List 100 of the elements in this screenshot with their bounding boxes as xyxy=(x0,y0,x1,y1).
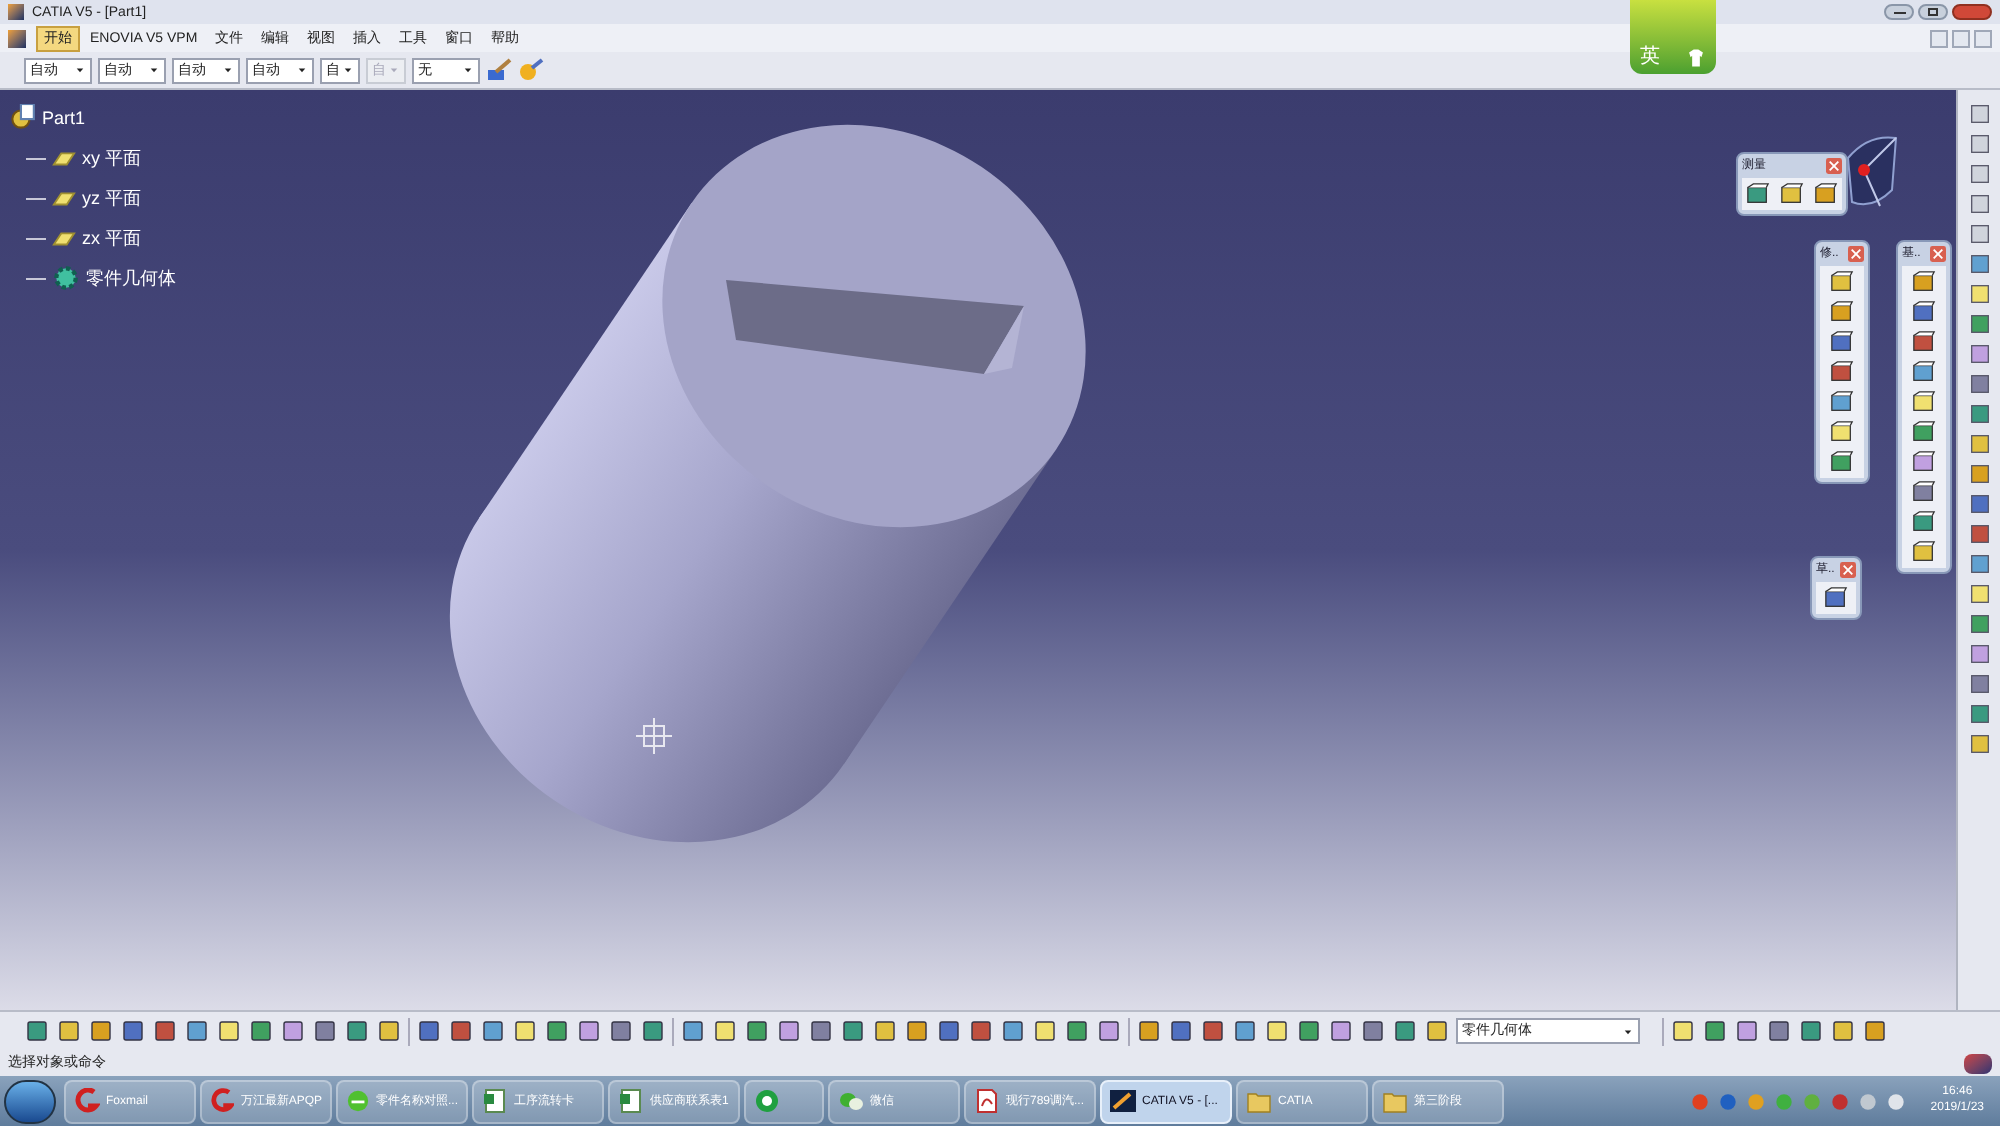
ring-icon[interactable] xyxy=(754,1088,780,1114)
tool-icon[interactable] xyxy=(1232,1018,1258,1044)
tool-icon[interactable] xyxy=(1967,642,1991,666)
tool-icon[interactable] xyxy=(776,1018,802,1044)
tool-icon[interactable] xyxy=(1328,1018,1354,1044)
spreadsheet-icon[interactable] xyxy=(482,1088,508,1114)
tool-icon[interactable] xyxy=(1967,222,1991,246)
tool-icon[interactable] xyxy=(1670,1018,1696,1044)
tool-icon[interactable] xyxy=(1264,1018,1290,1044)
close-icon[interactable] xyxy=(1930,246,1946,262)
minimize-button[interactable] xyxy=(1884,4,1914,20)
tool-icon[interactable] xyxy=(1912,330,1936,354)
tool-icon[interactable] xyxy=(968,1018,994,1044)
tool-icon[interactable] xyxy=(1967,432,1991,456)
plane-icon[interactable] xyxy=(52,226,76,250)
tool-icon[interactable] xyxy=(1702,1018,1728,1044)
tool-icon[interactable] xyxy=(1168,1018,1194,1044)
tool-icon[interactable] xyxy=(808,1018,834,1044)
caret-icon[interactable] xyxy=(148,64,160,76)
tool-icon[interactable] xyxy=(1766,1018,1792,1044)
tool-icon[interactable] xyxy=(576,1018,602,1044)
tool-icon[interactable] xyxy=(280,1018,306,1044)
tree-node[interactable]: xy 平面 xyxy=(82,149,142,167)
tool-icon[interactable] xyxy=(1967,672,1991,696)
tool-icon[interactable] xyxy=(1830,420,1854,444)
tool-icon[interactable] xyxy=(1912,540,1936,564)
tree-node[interactable]: 零件几何体 xyxy=(86,269,176,287)
tree-node[interactable]: Part1 xyxy=(42,109,86,127)
tool-icon[interactable] xyxy=(1830,450,1854,474)
tool-icon[interactable] xyxy=(1830,390,1854,414)
tool-icon[interactable] xyxy=(248,1018,274,1044)
tool-icon[interactable] xyxy=(712,1018,738,1044)
tool-icon[interactable] xyxy=(1734,1018,1760,1044)
tool-icon[interactable] xyxy=(1200,1018,1226,1044)
tool-icon[interactable] xyxy=(1824,586,1848,610)
tool-icon[interactable] xyxy=(1912,450,1936,474)
tool-icon[interactable] xyxy=(1967,342,1991,366)
caret-icon[interactable] xyxy=(462,64,474,76)
tool-icon[interactable] xyxy=(416,1018,442,1044)
tool-icon[interactable] xyxy=(448,1018,474,1044)
shirt-icon[interactable] xyxy=(1686,48,1706,68)
tool-icon[interactable] xyxy=(872,1018,898,1044)
tool-icon[interactable] xyxy=(1967,522,1991,546)
tool-icon[interactable] xyxy=(1000,1018,1026,1044)
tool-icon[interactable] xyxy=(1967,162,1991,186)
tool-icon[interactable] xyxy=(936,1018,962,1044)
tool-icon[interactable] xyxy=(1967,492,1991,516)
tool-icon[interactable] xyxy=(56,1018,82,1044)
tool-icon[interactable] xyxy=(344,1018,370,1044)
tool-icon[interactable] xyxy=(1912,480,1936,504)
tool-icon[interactable] xyxy=(1967,552,1991,576)
tool-icon[interactable] xyxy=(1136,1018,1162,1044)
plane-icon[interactable] xyxy=(52,186,76,210)
close-icon[interactable] xyxy=(1848,246,1864,262)
tool-icon[interactable] xyxy=(1392,1018,1418,1044)
tool-icon[interactable] xyxy=(512,1018,538,1044)
tool-icon[interactable] xyxy=(88,1018,114,1044)
plane-icon[interactable] xyxy=(52,146,76,170)
tool-icon[interactable] xyxy=(1830,1018,1856,1044)
tool-icon[interactable] xyxy=(1967,102,1991,126)
tool-icon[interactable] xyxy=(120,1018,146,1044)
gear-icon[interactable] xyxy=(52,264,80,292)
tool-icon[interactable] xyxy=(1296,1018,1322,1044)
tool-icon[interactable] xyxy=(904,1018,930,1044)
tool-icon[interactable] xyxy=(1912,360,1936,384)
tool-icon[interactable] xyxy=(1967,732,1991,756)
tool-icon[interactable] xyxy=(24,1018,50,1044)
tool-icon[interactable] xyxy=(1798,1018,1824,1044)
part-gear-icon[interactable] xyxy=(8,104,36,132)
tool-icon[interactable] xyxy=(544,1018,570,1044)
tool-icon[interactable] xyxy=(1830,330,1854,354)
tree-node[interactable]: zx 平面 xyxy=(82,229,142,247)
close-icon[interactable] xyxy=(1826,158,1842,174)
app-logo-icon[interactable] xyxy=(1110,1088,1136,1114)
tool-icon[interactable] xyxy=(1912,510,1936,534)
tool-icon[interactable] xyxy=(1360,1018,1386,1044)
tool-icon[interactable] xyxy=(1830,270,1854,294)
tool-icon[interactable] xyxy=(1813,182,1838,206)
tool-icon[interactable] xyxy=(480,1018,506,1044)
tool-icon[interactable] xyxy=(1424,1018,1450,1044)
tool-icon[interactable] xyxy=(744,1018,770,1044)
tool-icon[interactable] xyxy=(184,1018,210,1044)
tool-icon[interactable] xyxy=(1967,372,1991,396)
tool-icon[interactable] xyxy=(1967,282,1991,306)
tray-icon[interactable] xyxy=(1886,1091,1907,1111)
tool-icon[interactable] xyxy=(1064,1018,1090,1044)
tool-icon[interactable] xyxy=(1912,270,1936,294)
maximize-button[interactable] xyxy=(1918,4,1948,20)
tool-icon[interactable] xyxy=(1967,582,1991,606)
tool-icon[interactable] xyxy=(1967,702,1991,726)
tool-icon[interactable] xyxy=(1779,182,1804,206)
tool-icon[interactable] xyxy=(152,1018,178,1044)
tool-icon[interactable] xyxy=(216,1018,242,1044)
tool-icon[interactable] xyxy=(1967,462,1991,486)
start-button[interactable] xyxy=(4,1079,56,1123)
tool-icon[interactable] xyxy=(1967,132,1991,156)
tool-icon[interactable] xyxy=(1912,420,1936,444)
tool-icon[interactable] xyxy=(1912,390,1936,414)
tool-icon[interactable] xyxy=(608,1018,634,1044)
spreadsheet-icon[interactable] xyxy=(618,1088,644,1114)
